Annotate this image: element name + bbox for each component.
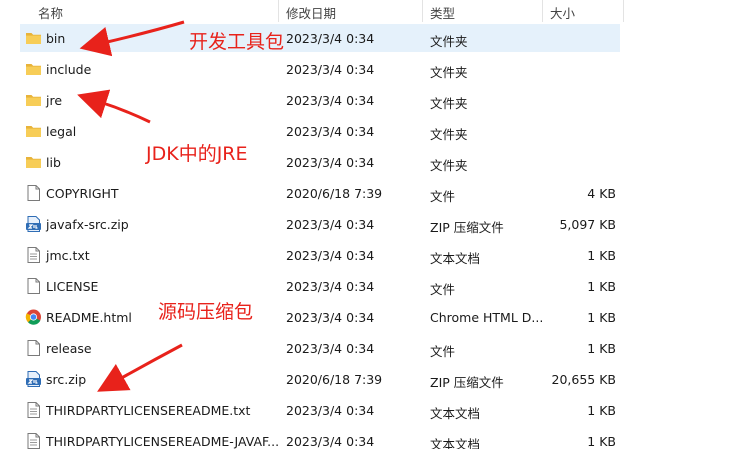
file-row[interactable]: include 2023/3/4 0:34 文件夹 [20, 55, 620, 83]
column-header: 名称 修改日期 类型 大小 [0, 0, 752, 22]
file-date: 2023/3/4 0:34 [286, 434, 375, 449]
file-name: THIRDPARTYLICENSEREADME-JAVAF... [46, 434, 280, 449]
file-row[interactable]: bin 2023/3/4 0:34 文件夹 [20, 24, 620, 52]
folder-icon [25, 92, 42, 108]
file-type: 文件 [430, 282, 456, 297]
file-name: COPYRIGHT [46, 186, 119, 201]
file-type: Chrome HTML D... [430, 310, 544, 325]
file-icon [25, 340, 42, 356]
zip-icon [25, 216, 42, 232]
column-header-size[interactable]: 大小 [550, 3, 575, 22]
file-name: javafx-src.zip [46, 217, 129, 232]
file-type: 文件夹 [430, 96, 468, 111]
file-type: 文本文档 [430, 437, 481, 449]
file-date: 2023/3/4 0:34 [286, 31, 375, 46]
file-date: 2023/3/4 0:34 [286, 217, 375, 232]
file-type: 文件夹 [430, 34, 468, 49]
annotation-dev-tools: 开发工具包 [189, 31, 285, 53]
file-name: README.html [46, 310, 132, 325]
zip-icon [25, 371, 42, 387]
file-row[interactable]: THIRDPARTYLICENSEREADME.txt 2023/3/4 0:34… [20, 396, 620, 424]
file-row[interactable]: jmc.txt 2023/3/4 0:34 文本文档 1 KB [20, 241, 620, 269]
file-name: src.zip [46, 372, 87, 387]
file-size: 1 KB [587, 403, 616, 418]
file-date: 2023/3/4 0:34 [286, 155, 375, 170]
folder-icon [25, 154, 42, 170]
column-divider[interactable] [278, 0, 279, 22]
folder-icon [25, 61, 42, 77]
file-row[interactable]: lib 2023/3/4 0:34 文件夹 [20, 148, 620, 176]
file-type: 文件夹 [430, 127, 468, 142]
file-name: LICENSE [46, 279, 99, 294]
column-divider[interactable] [542, 0, 543, 22]
file-size: 20,655 KB [551, 372, 616, 387]
file-type: 文本文档 [430, 251, 481, 266]
chrome-icon [25, 309, 42, 325]
file-name: THIRDPARTYLICENSEREADME.txt [46, 403, 251, 418]
file-size: 1 KB [587, 310, 616, 325]
folder-icon [25, 30, 42, 46]
text-file-icon [25, 247, 42, 263]
file-type: 文本文档 [430, 406, 481, 421]
file-type: 文件 [430, 189, 456, 204]
file-size: 1 KB [587, 341, 616, 356]
text-file-icon [25, 433, 42, 449]
collapse-chevron-icon[interactable] [148, 0, 160, 4]
annotation-source-zip: 源码压缩包 [158, 301, 254, 323]
file-row[interactable]: release 2023/3/4 0:34 文件 1 KB [20, 334, 620, 362]
column-divider[interactable] [422, 0, 423, 22]
file-name: bin [46, 31, 66, 46]
file-size: 5,097 KB [559, 217, 616, 232]
file-name: include [46, 62, 92, 77]
column-header-name[interactable]: 名称 [38, 3, 63, 22]
file-date: 2023/3/4 0:34 [286, 124, 375, 139]
file-name: lib [46, 155, 61, 170]
file-date: 2023/3/4 0:34 [286, 93, 375, 108]
file-date: 2023/3/4 0:34 [286, 310, 375, 325]
file-date: 2023/3/4 0:34 [286, 403, 375, 418]
annotation-jdk-jre: JDK中的JRE [146, 143, 248, 165]
file-row[interactable]: src.zip 2020/6/18 7:39 ZIP 压缩文件 20,655 KB [20, 365, 620, 393]
file-name: jmc.txt [46, 248, 90, 263]
file-name: jre [46, 93, 63, 108]
file-name: release [46, 341, 92, 356]
file-size: 1 KB [587, 434, 616, 449]
file-type: ZIP 压缩文件 [430, 220, 504, 235]
file-row[interactable]: LICENSE 2023/3/4 0:34 文件 1 KB [20, 272, 620, 300]
file-row[interactable]: javafx-src.zip 2023/3/4 0:34 ZIP 压缩文件 5,097… [20, 210, 620, 238]
folder-icon [25, 123, 42, 139]
file-type: 文件夹 [430, 65, 468, 80]
file-date: 2023/3/4 0:34 [286, 341, 375, 356]
file-row[interactable]: THIRDPARTYLICENSEREADME-JAVAF... 2023/3/4… [20, 427, 620, 449]
file-type: ZIP 压缩文件 [430, 375, 504, 390]
column-header-type[interactable]: 类型 [430, 3, 455, 22]
file-size: 1 KB [587, 248, 616, 263]
file-size: 4 KB [587, 186, 616, 201]
file-date: 2020/6/18 7:39 [286, 372, 383, 387]
file-icon [25, 185, 42, 201]
file-row[interactable]: legal 2023/3/4 0:34 文件夹 [20, 117, 620, 145]
file-name: legal [46, 124, 77, 139]
column-divider[interactable] [623, 0, 624, 22]
file-date: 2023/3/4 0:34 [286, 62, 375, 77]
file-icon [25, 278, 42, 294]
file-row[interactable]: jre 2023/3/4 0:34 文件夹 [20, 86, 620, 114]
file-row[interactable]: README.html 2023/3/4 0:34 Chrome HTML D...… [20, 303, 620, 331]
file-date: 2020/6/18 7:39 [286, 186, 383, 201]
file-size: 1 KB [587, 279, 616, 294]
file-type: 文件 [430, 344, 456, 359]
text-file-icon [25, 402, 42, 418]
file-date: 2023/3/4 0:34 [286, 279, 375, 294]
file-date: 2023/3/4 0:34 [286, 248, 375, 263]
file-row[interactable]: COPYRIGHT 2020/6/18 7:39 文件 4 KB [20, 179, 620, 207]
column-header-date[interactable]: 修改日期 [286, 3, 336, 22]
file-type: 文件夹 [430, 158, 468, 173]
